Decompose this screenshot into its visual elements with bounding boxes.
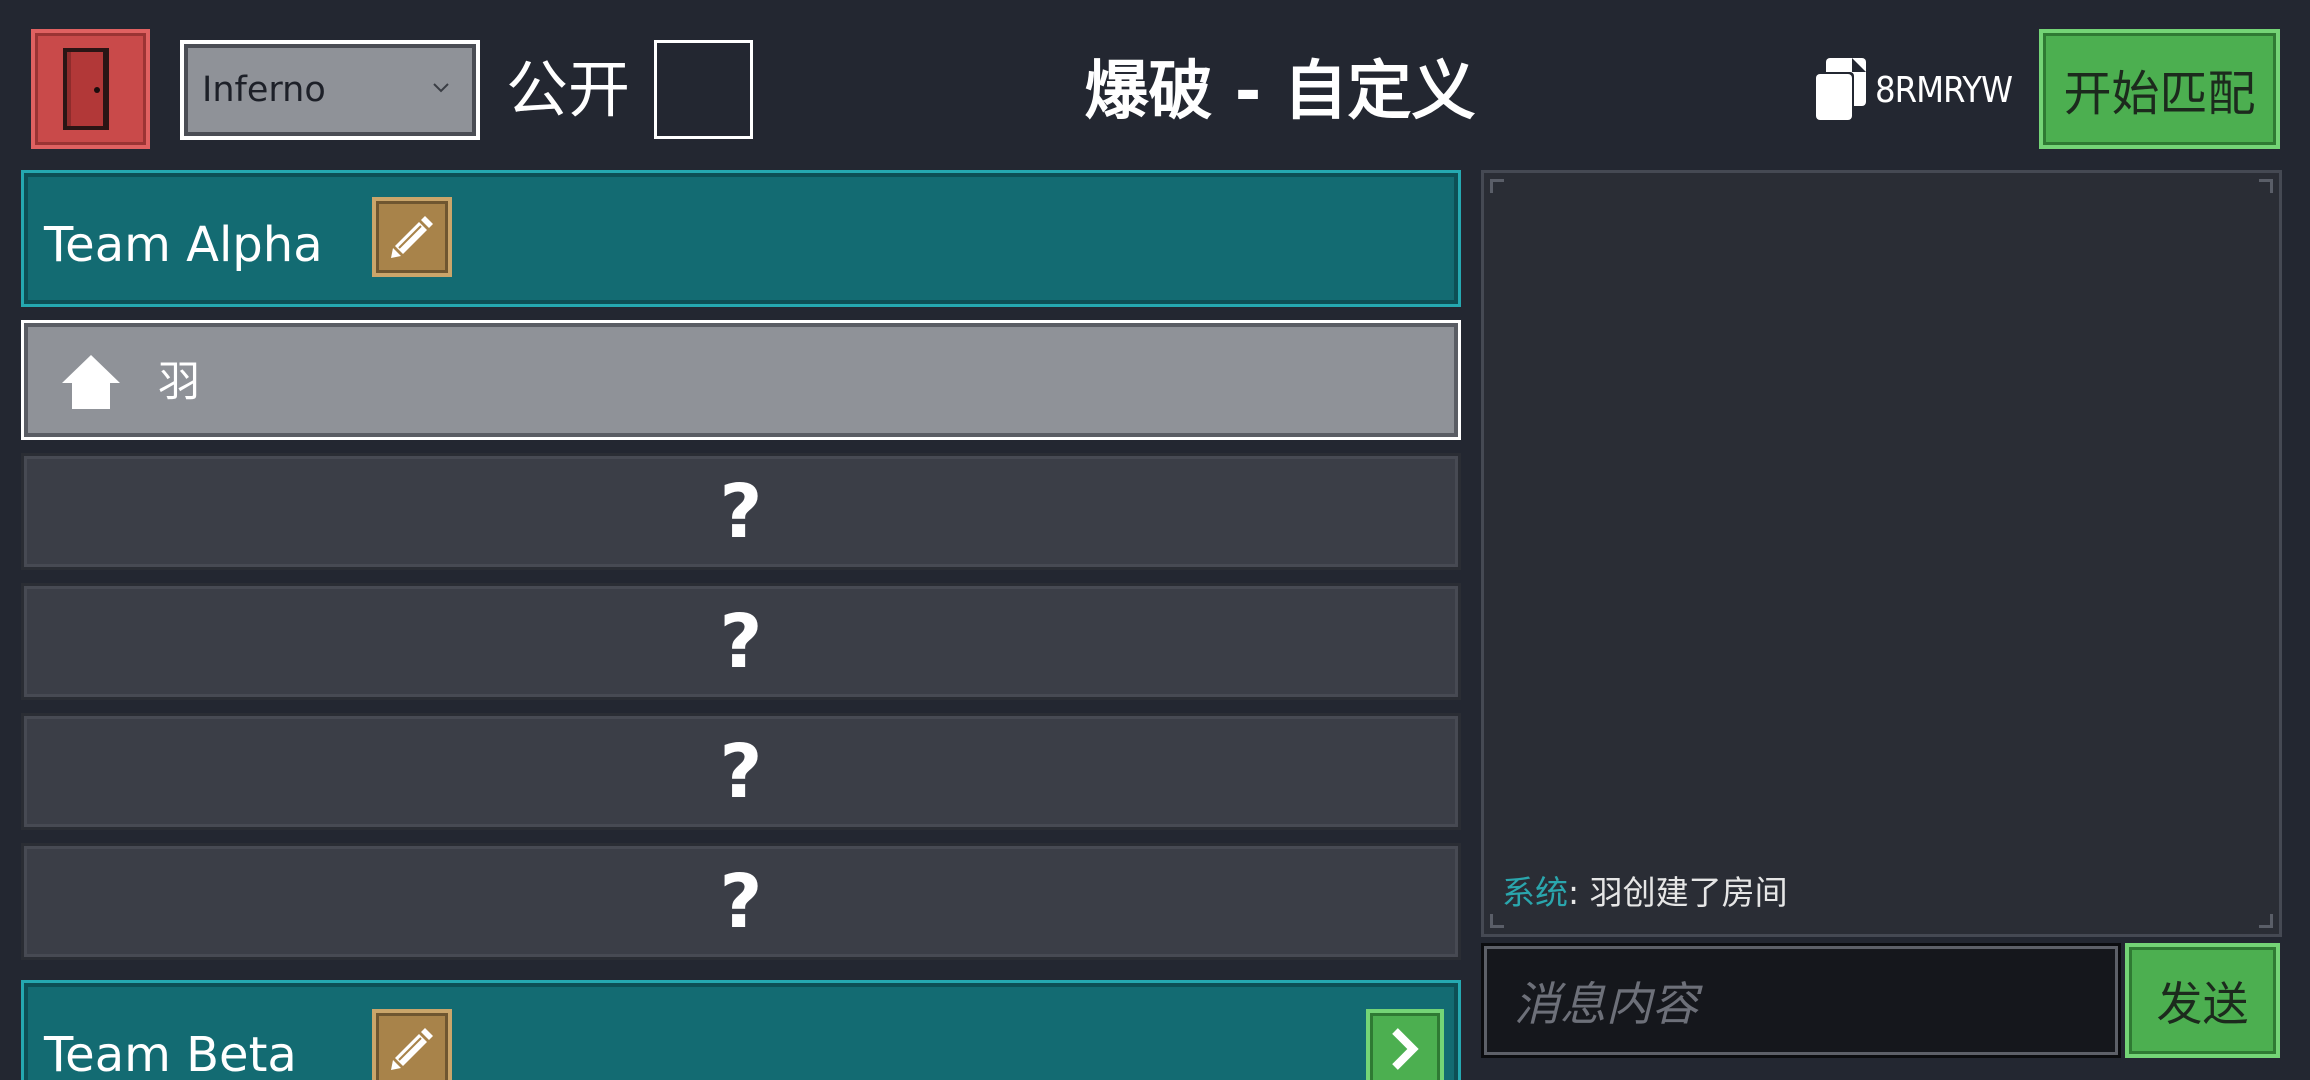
empty-slot[interactable]: ? (21, 583, 1461, 700)
house-icon (62, 355, 120, 409)
page-title: 爆破 - 自定义 (1084, 55, 1476, 129)
public-checkbox[interactable] (654, 40, 753, 139)
exit-room-button[interactable] (31, 29, 150, 149)
pencil-icon (391, 1028, 433, 1070)
message-input-placeholder: 消息内容 (1514, 976, 1698, 1031)
player-slot[interactable]: 羽 (21, 320, 1461, 440)
send-button[interactable]: 发送 (2125, 943, 2280, 1058)
room-code[interactable]: 8RMRYW (1875, 66, 2013, 116)
empty-slot[interactable]: ? (21, 843, 1461, 960)
chat-message: 系统: 羽创建了房间 (1502, 873, 1788, 913)
edit-team-name-button[interactable] (372, 197, 452, 277)
door-exit-icon (62, 48, 109, 130)
empty-slot[interactable]: ? (21, 453, 1461, 570)
team-name: Team Beta (44, 1027, 297, 1080)
empty-slot[interactable]: ? (21, 713, 1461, 830)
chevron-down-icon (433, 83, 449, 93)
chat-sender: 系统 (1502, 873, 1568, 912)
team-header-alpha: Team Alpha (21, 170, 1461, 307)
player-name: 羽 (158, 357, 201, 406)
panel-corner (2259, 179, 2273, 193)
chevron-right-icon (1392, 1028, 1419, 1070)
message-input[interactable]: 消息内容 (1481, 943, 2121, 1058)
panel-corner (1490, 914, 1504, 928)
edit-team-name-button[interactable] (372, 1009, 452, 1080)
team-header-beta: Team Beta (21, 980, 1461, 1080)
question-icon: ? (719, 858, 763, 945)
switch-team-button[interactable] (1366, 1009, 1444, 1080)
pencil-icon (391, 216, 433, 258)
map-select-value: Inferno (202, 70, 326, 110)
public-label: 公开 (506, 53, 631, 126)
chat-log[interactable]: 系统: 羽创建了房间 (1481, 170, 2282, 937)
chat-separator: : (1568, 873, 1590, 912)
team-name: Team Alpha (44, 217, 323, 273)
question-icon: ? (719, 728, 763, 815)
start-match-button[interactable]: 开始匹配 (2039, 29, 2280, 149)
question-icon: ? (719, 468, 763, 555)
question-icon: ? (719, 598, 763, 685)
map-select[interactable]: Inferno (180, 40, 480, 140)
chat-text: 羽创建了房间 (1589, 873, 1788, 912)
panel-corner (2259, 914, 2273, 928)
copy-icon[interactable] (1812, 58, 1870, 122)
panel-corner (1490, 179, 1504, 193)
